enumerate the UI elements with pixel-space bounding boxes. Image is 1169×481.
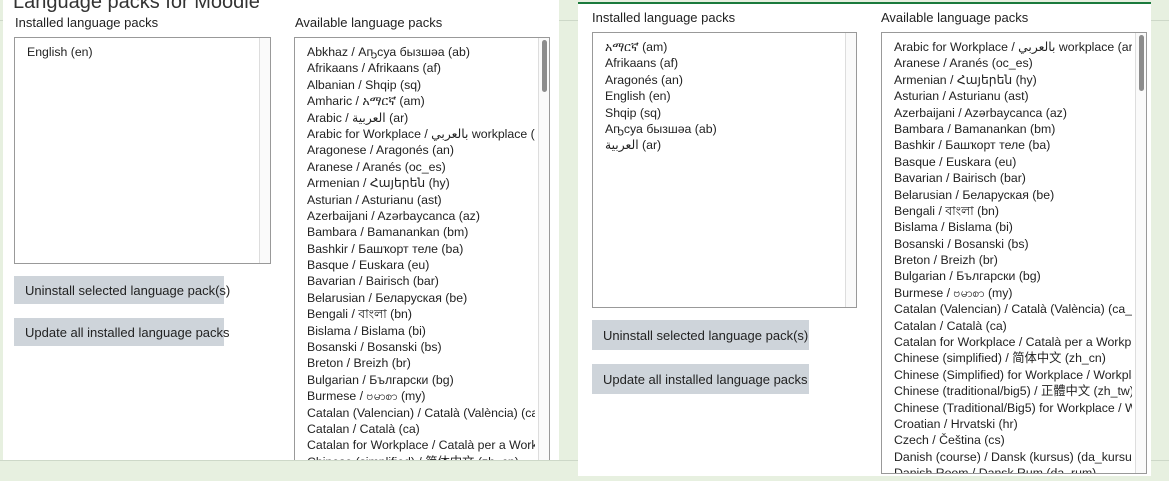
- available-list-scrollbar[interactable]: [1135, 33, 1146, 473]
- available-pack-option[interactable]: Belarusian / Беларуская (be): [894, 187, 1132, 203]
- installed-pack-option[interactable]: Afrikaans (af): [605, 55, 842, 71]
- available-packs-list[interactable]: Arabic for Workplace / بالعربي workplace…: [881, 32, 1147, 474]
- uninstall-selected-button[interactable]: Uninstall selected language pack(s): [14, 276, 230, 304]
- update-all-button[interactable]: Update all installed language packs: [592, 364, 809, 394]
- available-pack-option[interactable]: Armenian / Հայերեն (hy): [307, 175, 535, 191]
- available-pack-option[interactable]: Chinese (Simplified) for Workplace / Wor…: [894, 367, 1132, 383]
- available-pack-option[interactable]: Aranese / Aranés (oc_es): [307, 159, 535, 175]
- available-pack-option[interactable]: Catalan / Català (ca): [894, 318, 1132, 334]
- available-pack-option[interactable]: Burmese / ဗမာစာ (my): [307, 388, 535, 404]
- scrollbar-thumb[interactable]: [1139, 35, 1144, 91]
- language-packs-panel-after: Installed language packs Available langu…: [578, 2, 1151, 476]
- available-pack-option[interactable]: Arabic / العربية (ar): [307, 110, 535, 126]
- available-pack-option[interactable]: Aragonese / Aragonés (an): [307, 142, 535, 158]
- available-pack-option[interactable]: Arabic for Workplace / بالعربي workplace…: [894, 39, 1132, 55]
- available-pack-option[interactable]: Catalan (Valencian) / Català (València) …: [307, 405, 535, 421]
- available-pack-option[interactable]: Bislama / Bislama (bi): [307, 323, 535, 339]
- available-packs-list[interactable]: Abkhaz / Аҧсуа бызшәа (ab) Afrikaans / Af…: [294, 37, 550, 460]
- available-packs-label: Available language packs: [881, 10, 1029, 25]
- installed-pack-option[interactable]: አማርኛ (am): [605, 39, 842, 55]
- available-pack-option[interactable]: Catalan for Workplace / Català per a Wor…: [894, 334, 1132, 350]
- available-pack-option[interactable]: Breton / Breizh (br): [307, 355, 535, 371]
- available-pack-option[interactable]: Breton / Breizh (br): [894, 252, 1132, 268]
- uninstall-selected-button[interactable]: Uninstall selected language pack(s): [592, 320, 809, 350]
- installed-packs-list[interactable]: አማርኛ (am) Afrikaans (af) Aragonés (an) Engl…: [592, 32, 857, 308]
- available-pack-option[interactable]: Bengali / বাংলা (bn): [894, 203, 1132, 219]
- available-pack-option[interactable]: Bavarian / Bairisch (bar): [894, 170, 1132, 186]
- installed-pack-option[interactable]: English (en): [27, 44, 256, 60]
- available-pack-option[interactable]: Catalan for Workplace / Català per a Wor…: [307, 437, 535, 453]
- installed-pack-option[interactable]: Shqip (sq): [605, 105, 842, 121]
- installed-list-scrollbar[interactable]: [259, 38, 270, 263]
- available-pack-option[interactable]: Bulgarian / Български (bg): [307, 372, 535, 388]
- available-pack-option[interactable]: Czech / Čeština (cs): [894, 432, 1132, 448]
- available-pack-option[interactable]: Abkhaz / Аҧсуа бызшәа (ab): [307, 44, 535, 60]
- available-list-scrollbar[interactable]: [538, 38, 549, 460]
- available-pack-option[interactable]: Catalan (Valencian) / Català (València) …: [894, 301, 1132, 317]
- available-packs-label: Available language packs: [295, 15, 443, 30]
- available-pack-option[interactable]: Asturian / Asturianu (ast): [307, 192, 535, 208]
- available-pack-option[interactable]: Aranese / Aranés (oc_es): [894, 55, 1132, 71]
- available-pack-option[interactable]: Burmese / ဗမာစာ (my): [894, 285, 1132, 301]
- available-pack-option[interactable]: Chinese (simplified) / 简体中文 (zh_cn): [307, 454, 535, 460]
- available-pack-option[interactable]: Basque / Euskara (eu): [307, 257, 535, 273]
- available-pack-option[interactable]: Bosanski / Bosanski (bs): [894, 236, 1132, 252]
- available-pack-option[interactable]: Bashkir / Башҡорт теле (ba): [894, 137, 1132, 153]
- available-pack-option[interactable]: Azerbaijani / Azərbaycanca (az): [307, 208, 535, 224]
- installed-pack-option[interactable]: Аҧсуа бызшәа (ab): [605, 121, 842, 137]
- available-pack-option[interactable]: Chinese (Traditional/Big5) for Workplace…: [894, 400, 1132, 416]
- available-pack-option[interactable]: Bambara / Bamanankan (bm): [894, 121, 1132, 137]
- available-pack-option[interactable]: Armenian / Հայերեն (hy): [894, 72, 1132, 88]
- available-pack-option[interactable]: Belarusian / Беларуская (be): [307, 290, 535, 306]
- installed-packs-label: Installed language packs: [15, 15, 159, 30]
- available-pack-option[interactable]: Bashkir / Башҡорт теле (ba): [307, 241, 535, 257]
- available-pack-option[interactable]: Bosanski / Bosanski (bs): [307, 339, 535, 355]
- installed-pack-option[interactable]: English (en): [605, 88, 842, 104]
- available-pack-option[interactable]: Bislama / Bislama (bi): [894, 219, 1132, 235]
- available-pack-option[interactable]: Chinese (traditional/big5) / 正體中文 (zh_tw…: [894, 383, 1132, 399]
- language-packs-panel-before: Language packs for Moodle Installed lang…: [3, 0, 559, 460]
- available-pack-option[interactable]: Asturian / Asturianu (ast): [894, 88, 1132, 104]
- available-pack-option[interactable]: Azerbaijani / Azərbaycanca (az): [894, 105, 1132, 121]
- installed-packs-label: Installed language packs: [592, 10, 736, 25]
- installed-pack-option[interactable]: العربية (ar): [605, 137, 842, 153]
- scrollbar-thumb[interactable]: [542, 40, 547, 92]
- available-pack-option[interactable]: Danish (course) / Dansk (kursus) (da_kur…: [894, 449, 1132, 465]
- available-pack-option[interactable]: Danish Room / Dansk Rum (da_rum): [894, 465, 1132, 473]
- installed-list-scrollbar[interactable]: [845, 33, 856, 307]
- available-pack-option[interactable]: Amharic / አማርኛ (am): [307, 93, 535, 109]
- available-pack-option[interactable]: Arabic for Workplace / بالعربي workplace…: [307, 126, 535, 142]
- available-pack-option[interactable]: Bavarian / Bairisch (bar): [307, 273, 535, 289]
- available-pack-option[interactable]: Afrikaans / Afrikaans (af): [307, 60, 535, 76]
- available-pack-option[interactable]: Bengali / বাংলা (bn): [307, 306, 535, 322]
- available-pack-option[interactable]: Catalan / Català (ca): [307, 421, 535, 437]
- available-pack-option[interactable]: Croatian / Hrvatski (hr): [894, 416, 1132, 432]
- available-pack-option[interactable]: Basque / Euskara (eu): [894, 154, 1132, 170]
- installed-packs-list[interactable]: English (en): [14, 37, 271, 264]
- installed-pack-option[interactable]: Aragonés (an): [605, 72, 842, 88]
- available-pack-option[interactable]: Albanian / Shqip (sq): [307, 77, 535, 93]
- available-pack-option[interactable]: Chinese (simplified) / 简体中文 (zh_cn): [894, 350, 1132, 366]
- update-all-button[interactable]: Update all installed language packs: [14, 318, 230, 346]
- available-pack-option[interactable]: Bambara / Bamanankan (bm): [307, 224, 535, 240]
- available-pack-option[interactable]: Bulgarian / Български (bg): [894, 268, 1132, 284]
- page-title: Language packs for Moodle: [13, 0, 260, 13]
